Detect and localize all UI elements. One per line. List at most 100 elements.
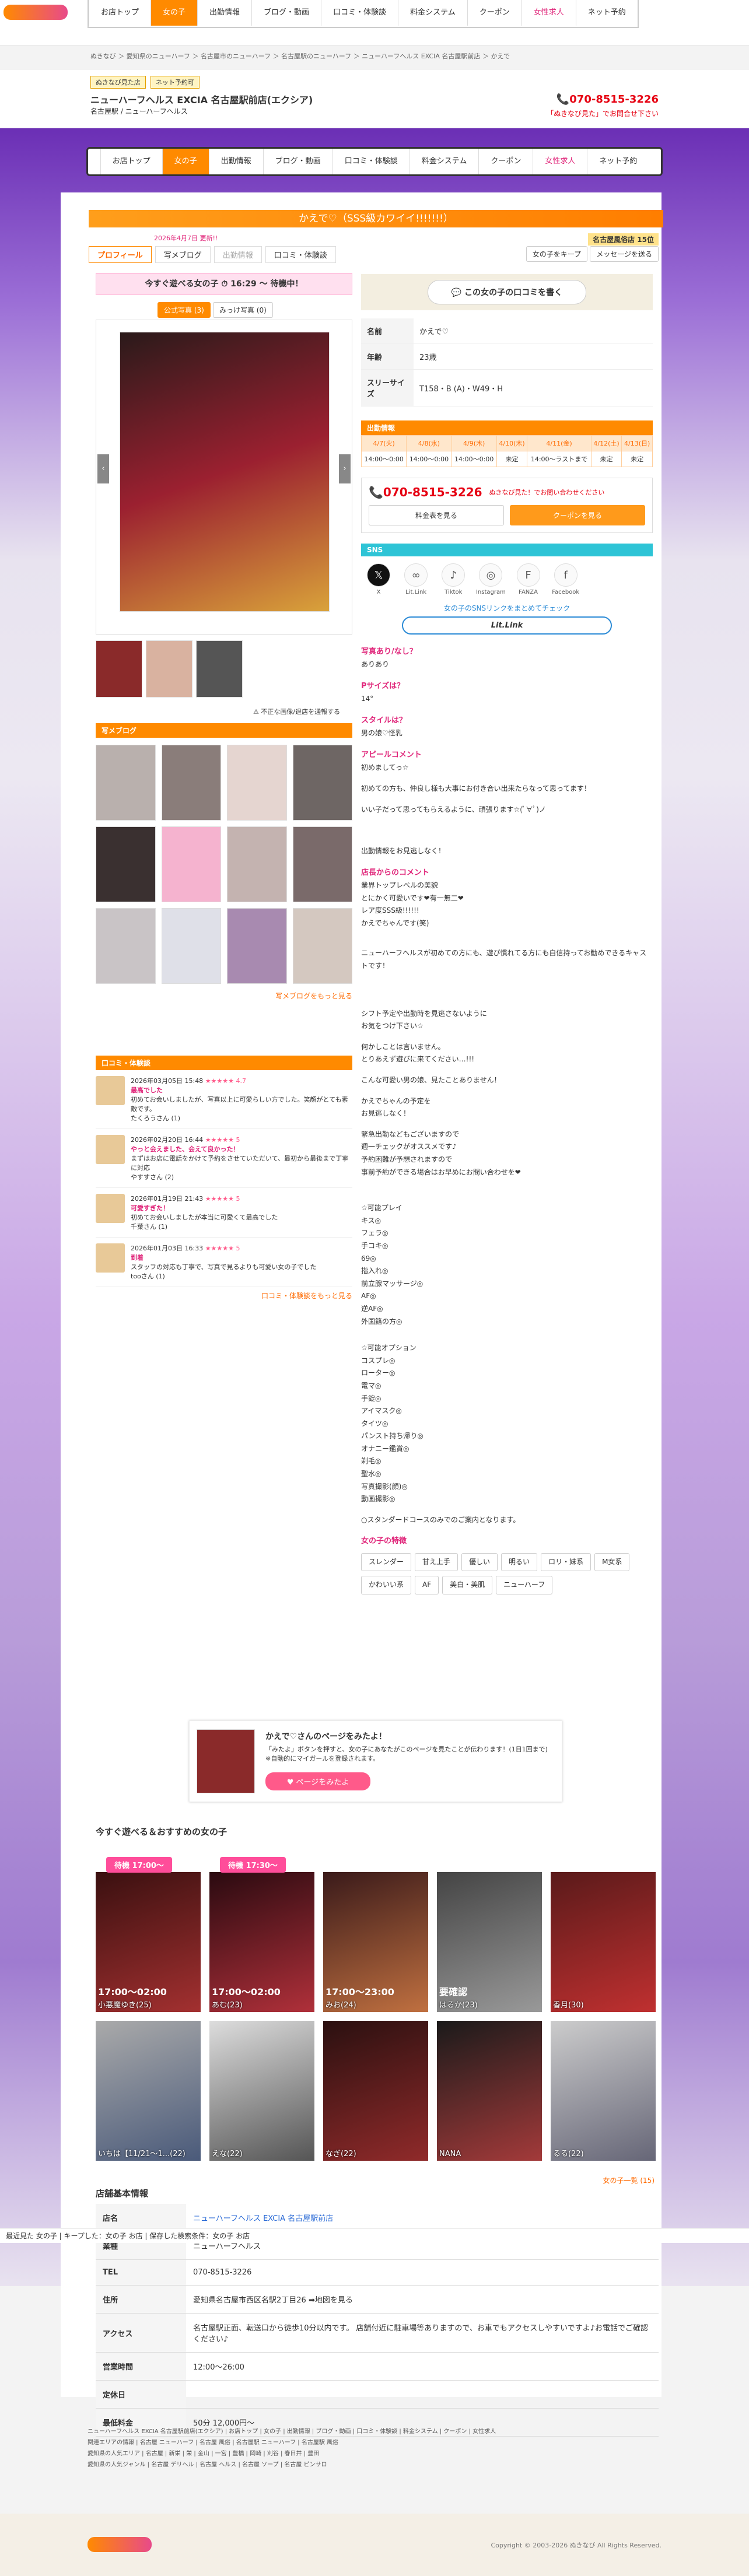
rec-card[interactable]: えな(22) bbox=[209, 2021, 314, 2161]
rec-card[interactable]: 17:00～23:00 みお(24) bbox=[323, 1872, 428, 2012]
tab-schedule[interactable]: 出勤情報 bbox=[214, 246, 262, 263]
footer-link-row[interactable]: ニューハーフヘルス EXCIA 名古屋駅前店(エクシア) | お店トップ | 女… bbox=[88, 2426, 665, 2437]
nav-schedule[interactable]: 出勤情報 bbox=[197, 0, 252, 26]
main-photo[interactable] bbox=[120, 332, 330, 612]
coupon-button[interactable]: クーポンを見る bbox=[510, 505, 645, 525]
report-link[interactable]: ⚠ 不正な画像/退店を通報する bbox=[253, 707, 340, 716]
sns-facebook[interactable]: f Facebook bbox=[548, 563, 583, 595]
thumb-photo[interactable] bbox=[96, 640, 142, 698]
feature-tag[interactable]: かわいい系 bbox=[361, 1576, 412, 1595]
breadcrumb[interactable]: ぬきなび ＞ 愛知県のニューハーフ ＞ 名古屋市のニューハーフ ＞ 名古屋駅のニ… bbox=[90, 51, 662, 61]
sns-fanza[interactable]: F FANZA bbox=[511, 563, 546, 595]
blog-thumb[interactable] bbox=[161, 908, 221, 984]
nav-price[interactable]: 料金システム bbox=[398, 0, 467, 26]
site-logo[interactable] bbox=[4, 5, 68, 20]
review-item[interactable]: 2026年03月05日 15:48 ★★★★★ 4.7 最高でした 初めてお会い… bbox=[96, 1070, 352, 1129]
nav-shop-top[interactable]: お店トップ bbox=[89, 0, 151, 26]
nav-coupon[interactable]: クーポン bbox=[467, 0, 522, 26]
review-item[interactable]: 2026年02月20日 16:44 ★★★★★ 5 やっと会えました、会えて良か… bbox=[96, 1129, 352, 1188]
girls-list-link[interactable]: 女の子一覧 (15) bbox=[603, 2175, 654, 2185]
prev-arrow-icon[interactable]: ‹ bbox=[97, 454, 109, 483]
rec-card[interactable]: るる(22) bbox=[551, 2021, 656, 2161]
thumb-photo[interactable] bbox=[196, 640, 243, 698]
price-button[interactable]: 料金表を見る bbox=[369, 505, 504, 525]
nav-reviews[interactable]: 口コミ・体験談 bbox=[321, 0, 398, 26]
feature-tag[interactable]: 明るい bbox=[501, 1552, 538, 1572]
shop-tel[interactable]: 📞070-8515-3226 bbox=[556, 93, 659, 106]
rec-card[interactable]: 要確認 はるか(23) bbox=[437, 1872, 542, 2012]
feature-tag[interactable]: M女系 bbox=[594, 1552, 630, 1572]
feature-tag[interactable]: AF bbox=[415, 1576, 439, 1595]
blog-thumb[interactable] bbox=[292, 908, 352, 984]
footer-logo[interactable] bbox=[88, 2537, 152, 2552]
shop-name[interactable]: ニューハーフヘルス EXCIA 名古屋駅前店(エクシア) bbox=[90, 92, 313, 106]
shopnav-reviews[interactable]: 口コミ・体験談 bbox=[332, 149, 410, 174]
tab-profile[interactable]: プロフィール bbox=[89, 246, 152, 263]
blog-thumb[interactable] bbox=[96, 908, 156, 984]
rec-card[interactable]: 待機 17:00～ 17:00～02:00 小悪魔ゆき(25) bbox=[96, 1857, 201, 2012]
nav-reserve[interactable]: ネット予約 bbox=[575, 0, 638, 26]
shopnav-reserve[interactable]: ネット予約 bbox=[587, 149, 649, 174]
info-value[interactable]: 070-8515-3226 bbox=[186, 2259, 659, 2286]
info-value[interactable]: 愛知県名古屋市西区名駅2丁目26 ➡地図を見る bbox=[186, 2285, 659, 2314]
nav-blog[interactable]: ブログ・動画 bbox=[251, 0, 321, 26]
blog-thumb[interactable] bbox=[227, 908, 287, 984]
litlink-button[interactable]: Lit.Link bbox=[402, 616, 612, 635]
keep-button[interactable]: 女の子をキープ bbox=[526, 246, 588, 262]
nav-girls[interactable]: 女の子 bbox=[150, 0, 198, 26]
history-bar[interactable]: 最近見た 女の子 | キープした：女の子 お店 | 保存した検索条件：女の子 お… bbox=[0, 2228, 749, 2243]
feature-tag[interactable]: スレンダー bbox=[361, 1552, 412, 1572]
photo-tab-mikke[interactable]: みっけ写真 (0) bbox=[212, 302, 273, 318]
shopnav-price[interactable]: 料金システム bbox=[409, 149, 479, 174]
info-line: かえでちゃんの予定を bbox=[361, 1096, 431, 1105]
blog-more-link[interactable]: 写メブログをもっと見る bbox=[96, 991, 352, 1001]
blog-thumb[interactable] bbox=[161, 745, 221, 821]
blog-thumb[interactable] bbox=[227, 745, 287, 821]
sns-instagram[interactable]: ◎ Instagram bbox=[473, 563, 508, 595]
rec-card[interactable]: 香月(30) bbox=[551, 1872, 656, 2012]
feature-tag[interactable]: ロリ・妹系 bbox=[541, 1552, 592, 1572]
footer-link-row[interactable]: 愛知県の人気ジャンル | 名古屋 デリヘル | 名古屋 ヘルス | 名古屋 ソー… bbox=[88, 2459, 665, 2470]
blog-thumb[interactable] bbox=[96, 826, 156, 902]
feature-tag[interactable]: ニューハーフ bbox=[496, 1576, 553, 1595]
reviews-more-link[interactable]: 口コミ・体験談をもっと見る bbox=[96, 1291, 352, 1301]
rec-card[interactable]: NANA bbox=[437, 2021, 542, 2161]
blog-thumb[interactable] bbox=[292, 745, 352, 821]
message-button[interactable]: メッセージを送る bbox=[590, 246, 659, 262]
photo-tab-official[interactable]: 公式写真 (3) bbox=[158, 302, 211, 318]
reviews-header: 口コミ・体験談 bbox=[96, 1056, 352, 1070]
tab-reviews[interactable]: 口コミ・体験談 bbox=[265, 246, 336, 263]
footer-link-row[interactable]: 関連エリアの情報 | 名古屋 ニューハーフ | 名古屋 風俗 | 名古屋駅 ニュ… bbox=[88, 2437, 665, 2448]
blog-thumb[interactable] bbox=[227, 826, 287, 902]
footer-link-row[interactable]: 愛知県の人気エリア | 名古屋 | 新栄 | 栄 | 金山 | 一宮 | 豊橋 … bbox=[88, 2448, 665, 2459]
rec-card[interactable]: 待機 17:30～ 17:00～02:00 あむ(23) bbox=[209, 1857, 314, 2012]
shopnav-blog[interactable]: ブログ・動画 bbox=[262, 149, 332, 174]
shopnav-top[interactable]: お店トップ bbox=[100, 149, 162, 174]
shopnav-girls[interactable]: 女の子 bbox=[162, 149, 209, 174]
next-arrow-icon[interactable]: › bbox=[339, 454, 351, 483]
shopnav-recruit[interactable]: 女性求人 bbox=[533, 149, 587, 174]
rec-card[interactable]: なぎ(22) bbox=[323, 2021, 428, 2161]
write-review-button[interactable]: 💬 この女の子の口コミを書く bbox=[427, 280, 587, 304]
feature-tag[interactable]: 優しい bbox=[461, 1552, 498, 1572]
sns-tiktok[interactable]: ♪ Tiktok bbox=[436, 563, 471, 595]
rec-card[interactable]: いちは【11/21～1...(22) bbox=[96, 2021, 201, 2161]
review-item[interactable]: 2026年01月03日 16:33 ★★★★★ 5 到着 スタッフの対応も丁寧で… bbox=[96, 1238, 352, 1287]
thumb-photo[interactable] bbox=[146, 640, 192, 698]
rank-badge[interactable]: 名古屋風俗店 15位 bbox=[588, 233, 659, 246]
seen-button[interactable]: ♥ ページをみたよ bbox=[265, 1772, 370, 1790]
shopnav-coupon[interactable]: クーポン bbox=[478, 149, 533, 174]
nav-recruit[interactable]: 女性求人 bbox=[521, 0, 576, 26]
blog-thumb[interactable] bbox=[292, 826, 352, 902]
review-item[interactable]: 2026年01月19日 21:43 ★★★★★ 5 可愛すぎた！ 初めてお会いし… bbox=[96, 1188, 352, 1238]
sns-litlink[interactable]: ∞ Lit.Link bbox=[398, 563, 433, 595]
blog-thumb[interactable] bbox=[96, 745, 156, 821]
blog-thumb[interactable] bbox=[161, 826, 221, 902]
feature-tag[interactable]: 甘え上手 bbox=[415, 1552, 459, 1572]
shopnav-schedule[interactable]: 出勤情報 bbox=[208, 149, 263, 174]
sns-x[interactable]: 𝕏X bbox=[361, 563, 396, 595]
contact-tel[interactable]: 📞070-8515-3226 bbox=[369, 485, 482, 499]
feature-tag[interactable]: 美白・美肌 bbox=[442, 1576, 493, 1595]
shop-comment-line: 業界トップレベルの美貌 bbox=[361, 881, 439, 890]
tab-blog[interactable]: 写メブログ bbox=[155, 246, 211, 263]
